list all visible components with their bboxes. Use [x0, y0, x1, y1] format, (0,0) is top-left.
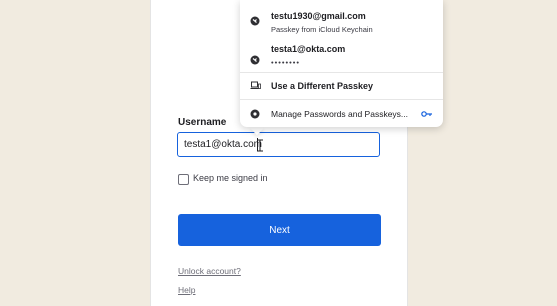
help-link[interactable]: Help [178, 285, 195, 295]
username-input[interactable]: testa1@okta.com [177, 132, 380, 157]
key-icon [421, 111, 432, 117]
passkey-subtitle: Passkey from iCloud Keychain [271, 25, 373, 34]
keep-signed-in-checkbox[interactable] [178, 174, 189, 185]
passkey-popup: testu1930@gmail.com Passkey from iCloud … [240, 0, 443, 127]
keep-signed-in-label: Keep me signed in [193, 173, 268, 183]
passkey-masked-password: •••••••• [271, 58, 301, 67]
username-value: testa1@okta.com [184, 139, 262, 150]
next-button[interactable]: Next [178, 214, 381, 246]
passkey-globe-icon [250, 16, 260, 26]
passkey-title: testu1930@gmail.com [271, 11, 366, 21]
use-different-passkey-label: Use a Different Passkey [271, 81, 374, 91]
device-icon [250, 81, 261, 89]
unlock-account-link[interactable]: Unlock account? [178, 266, 241, 276]
passkey-title: testa1@okta.com [271, 44, 346, 54]
use-different-passkey-option[interactable]: Use a Different Passkey [240, 73, 443, 98]
passkey-option-1[interactable]: testu1930@gmail.com Passkey from iCloud … [240, 0, 443, 38]
ibeam-cursor-icon [257, 139, 263, 152]
passkey-globe-icon [250, 55, 260, 65]
key-manager-icon [250, 109, 260, 119]
manage-passwords-option[interactable]: Manage Passwords and Passkeys... [240, 100, 443, 127]
manage-passwords-label: Manage Passwords and Passkeys... [271, 109, 409, 119]
passkey-option-2[interactable]: testa1@okta.com •••••••• [240, 38, 443, 72]
username-label: Username [178, 117, 227, 128]
